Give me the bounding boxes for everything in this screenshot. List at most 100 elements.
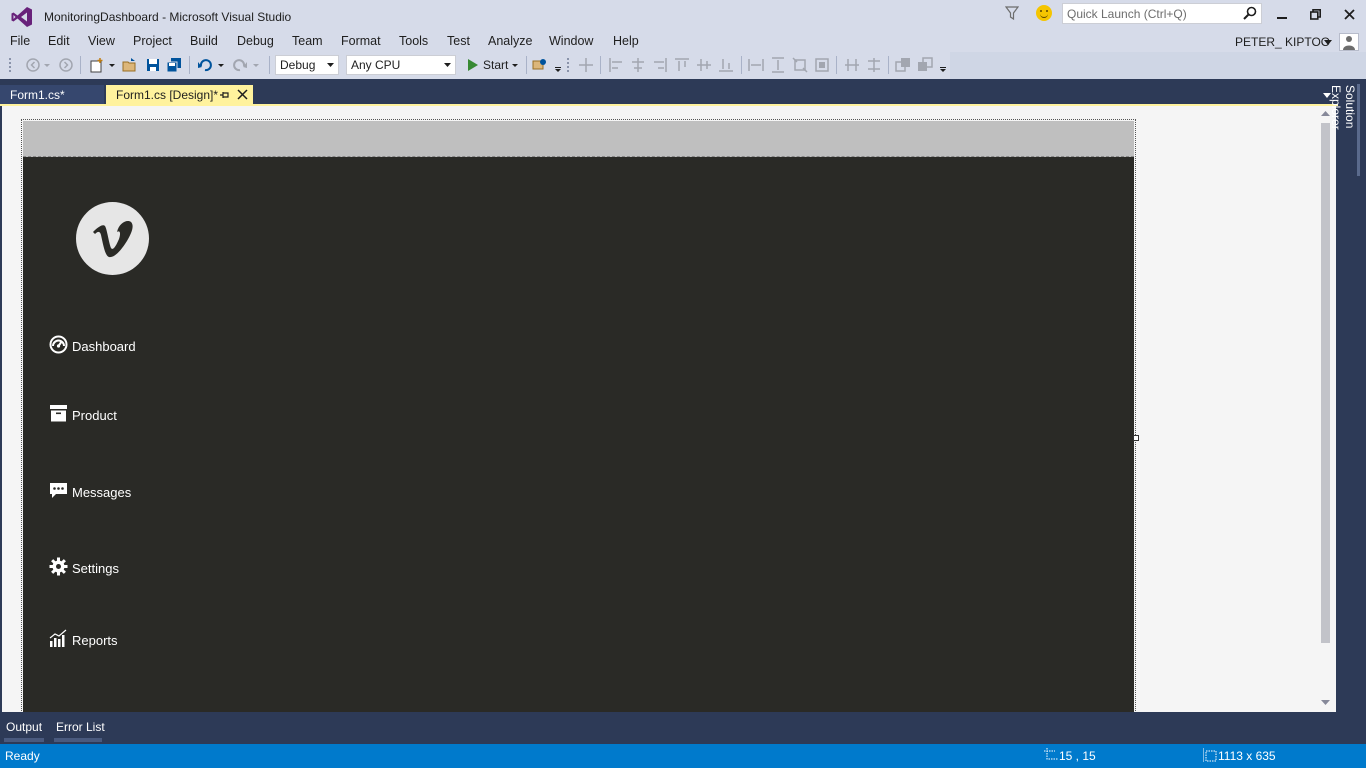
menu-window[interactable]: Window bbox=[549, 34, 593, 48]
form-body-panel[interactable] bbox=[23, 157, 1134, 712]
chevron-down-icon[interactable] bbox=[217, 57, 225, 73]
close-icon[interactable] bbox=[237, 89, 248, 100]
vertical-spacing-icon[interactable] bbox=[866, 57, 882, 73]
toolbar-separator bbox=[741, 56, 742, 74]
toolbar-separator bbox=[888, 56, 889, 74]
scroll-down-icon[interactable] bbox=[1321, 700, 1330, 706]
restore-icon bbox=[1309, 8, 1321, 20]
solution-explorer-tab[interactable]: Solution Explorer bbox=[1329, 84, 1360, 176]
toolbar-overflow-icon[interactable] bbox=[939, 57, 947, 73]
tab-form1-design[interactable]: Form1.cs [Design]* bbox=[106, 85, 253, 105]
menu-team[interactable]: Team bbox=[292, 34, 323, 48]
toolbar-separator bbox=[836, 56, 837, 74]
scrollbar-thumb[interactable] bbox=[1321, 123, 1330, 643]
vimeo-logo-icon[interactable] bbox=[76, 202, 149, 275]
toolbar-grip-icon[interactable] bbox=[8, 57, 14, 73]
open-file-icon[interactable] bbox=[122, 57, 138, 73]
user-icon bbox=[1343, 36, 1355, 50]
tab-error-list[interactable]: Error List bbox=[56, 720, 105, 734]
chevron-down-icon[interactable] bbox=[252, 57, 260, 73]
toolbar-separator bbox=[600, 56, 601, 74]
find-in-files-icon[interactable] bbox=[532, 57, 548, 73]
nav-label-reports: Reports bbox=[72, 633, 118, 648]
menu-debug[interactable]: Debug bbox=[237, 34, 274, 48]
minimize-button[interactable] bbox=[1268, 4, 1296, 24]
solution-configuration-select[interactable]: Debug bbox=[275, 55, 339, 75]
toolbar-separator bbox=[80, 56, 81, 74]
menu-build[interactable]: Build bbox=[190, 34, 218, 48]
align-centers-icon[interactable] bbox=[630, 57, 646, 73]
tab-form1-code[interactable]: Form1.cs* bbox=[0, 85, 104, 105]
toolbar-separator bbox=[189, 56, 190, 74]
signed-in-user-name[interactable]: PETER_ KIPTOO bbox=[1235, 35, 1330, 49]
position-icon bbox=[1044, 748, 1058, 760]
restore-button[interactable] bbox=[1301, 4, 1329, 24]
start-debugging-button[interactable]: Start bbox=[483, 58, 508, 72]
platform-value: Any CPU bbox=[351, 58, 401, 72]
menu-test[interactable]: Test bbox=[447, 34, 470, 48]
toolbar-grip-icon[interactable] bbox=[566, 57, 572, 73]
tab-output[interactable]: Output bbox=[6, 720, 42, 734]
menu-tools[interactable]: Tools bbox=[399, 34, 428, 48]
gear-icon bbox=[49, 557, 68, 576]
save-icon[interactable] bbox=[145, 57, 161, 73]
redo-icon[interactable] bbox=[232, 57, 248, 73]
menu-file[interactable]: File bbox=[10, 34, 30, 48]
align-rights-icon[interactable] bbox=[652, 57, 668, 73]
send-to-back-icon[interactable] bbox=[917, 57, 933, 73]
tab-form1-design-label: Form1.cs [Design]* bbox=[116, 88, 219, 102]
horizontal-spacing-icon[interactable] bbox=[844, 57, 860, 73]
chevron-down-icon[interactable] bbox=[108, 57, 116, 73]
pin-icon[interactable] bbox=[220, 90, 230, 100]
align-bottoms-icon[interactable] bbox=[718, 57, 734, 73]
chevron-down-icon[interactable] bbox=[1324, 40, 1332, 46]
navigate-forward-icon[interactable] bbox=[58, 57, 74, 73]
bring-to-front-icon[interactable] bbox=[895, 57, 911, 73]
nav-label-dashboard: Dashboard bbox=[72, 339, 136, 354]
feedback-smiley-icon[interactable] bbox=[1036, 5, 1052, 21]
align-lefts-icon[interactable] bbox=[608, 57, 624, 73]
window-title: MonitoringDashboard - Microsoft Visual S… bbox=[44, 10, 292, 24]
save-all-icon[interactable] bbox=[166, 57, 182, 73]
new-project-icon[interactable] bbox=[89, 57, 105, 73]
align-to-grid-icon[interactable] bbox=[578, 57, 594, 73]
avatar[interactable] bbox=[1339, 33, 1359, 51]
search-icon[interactable] bbox=[1243, 6, 1257, 20]
nav-label-product: Product bbox=[72, 408, 117, 423]
toolbar-overflow-icon[interactable] bbox=[554, 57, 562, 73]
menu-view[interactable]: View bbox=[88, 34, 115, 48]
size-to-grid-icon[interactable] bbox=[814, 57, 830, 73]
status-bar bbox=[0, 744, 1366, 768]
cursor-position: 15 , 15 bbox=[1059, 749, 1096, 763]
menu-help[interactable]: Help bbox=[613, 34, 639, 48]
align-middles-icon[interactable] bbox=[696, 57, 712, 73]
configuration-value: Debug bbox=[280, 58, 316, 72]
bar-chart-icon bbox=[49, 629, 67, 647]
close-window-button[interactable] bbox=[1335, 4, 1363, 24]
navigate-back-icon[interactable] bbox=[25, 57, 41, 73]
tab-error-list-indicator bbox=[54, 738, 102, 742]
quick-launch-input[interactable] bbox=[1062, 3, 1262, 24]
align-tops-icon[interactable] bbox=[674, 57, 690, 73]
make-same-width-icon[interactable] bbox=[748, 57, 764, 73]
menu-analyze[interactable]: Analyze bbox=[488, 34, 532, 48]
form-title-bar[interactable] bbox=[23, 121, 1134, 157]
chevron-down-icon[interactable] bbox=[43, 57, 51, 73]
chevron-down-icon bbox=[327, 63, 334, 67]
filter-icon[interactable] bbox=[1005, 5, 1019, 21]
visual-studio-logo-icon bbox=[11, 7, 32, 27]
make-same-size-icon[interactable] bbox=[792, 57, 808, 73]
undo-icon[interactable] bbox=[197, 57, 213, 73]
start-debugging-play-icon[interactable] bbox=[465, 57, 481, 73]
menu-project[interactable]: Project bbox=[133, 34, 172, 48]
chevron-down-icon[interactable] bbox=[511, 57, 519, 73]
size-icon bbox=[1203, 748, 1217, 762]
chat-bubble-icon bbox=[50, 483, 67, 498]
menu-edit[interactable]: Edit bbox=[48, 34, 70, 48]
solution-platform-select[interactable]: Any CPU bbox=[346, 55, 456, 75]
nav-label-settings: Settings bbox=[72, 561, 119, 576]
make-same-height-icon[interactable] bbox=[770, 57, 786, 73]
nav-label-messages: Messages bbox=[72, 485, 132, 500]
form-resize-handle[interactable] bbox=[1133, 435, 1139, 441]
menu-format[interactable]: Format bbox=[341, 34, 381, 48]
